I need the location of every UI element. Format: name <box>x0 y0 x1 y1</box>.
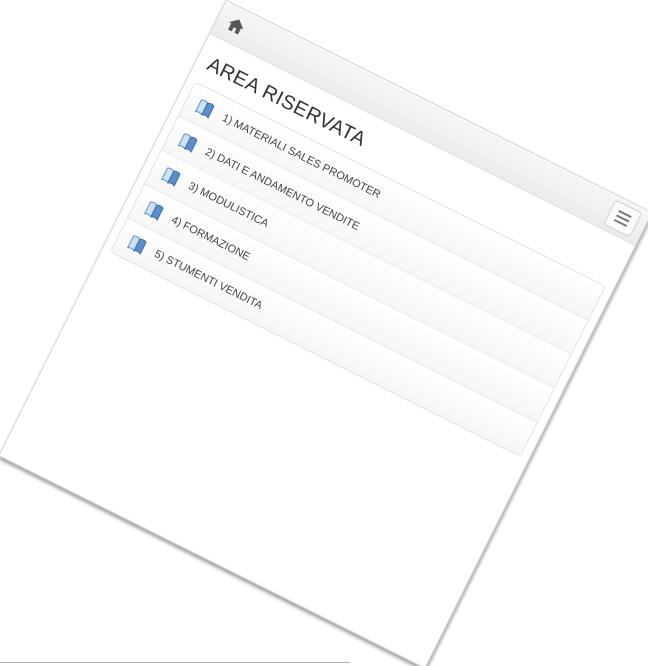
book-icon <box>127 235 147 255</box>
home-icon[interactable] <box>223 12 250 39</box>
book-icon <box>177 133 198 153</box>
book-icon <box>194 99 215 119</box>
mobile-page: AREA RISERVATA 1) MATERIALI SALES PROMOT… <box>0 0 648 666</box>
book-icon <box>144 201 164 221</box>
divider-line <box>0 662 350 663</box>
book-icon <box>161 167 181 187</box>
hamburger-menu-icon[interactable] <box>603 199 643 238</box>
screenshot-stage: AREA RISERVATA 1) MATERIALI SALES PROMOT… <box>0 0 648 666</box>
